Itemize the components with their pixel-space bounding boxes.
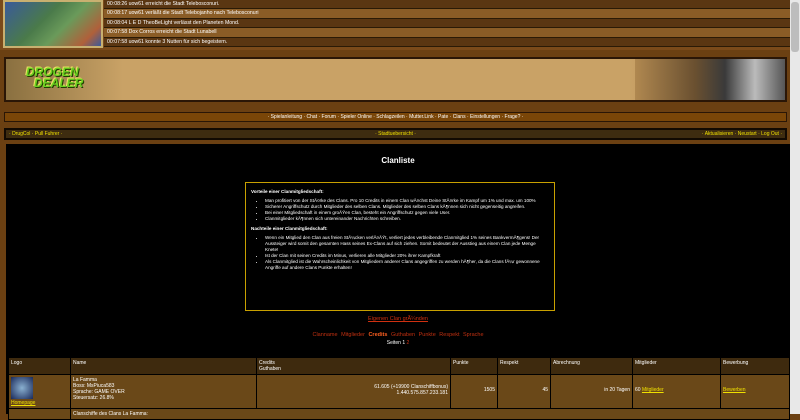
nav-clans[interactable]: Clans bbox=[453, 114, 466, 120]
subnav-stadtuebersicht[interactable]: Stadtuebersicht bbox=[378, 131, 413, 137]
ships-row: Clanschiffe des Clans La Famma: bbox=[8, 408, 790, 420]
scrollbar-thumb[interactable] bbox=[791, 2, 799, 52]
nav-chat[interactable]: Chat bbox=[307, 114, 318, 120]
header-banner: DROGEN DEALER bbox=[4, 57, 787, 102]
nav-frage[interactable]: Frage? bbox=[505, 114, 521, 120]
main-nav: · Spielanleitung · Chat · Forum · Spiele… bbox=[4, 112, 787, 122]
log-entry: 00:07:58 uow61 konnte 3 Nutten für sich … bbox=[104, 37, 790, 47]
con-item: Als Clanmitglied ist die Wahrscheinlichk… bbox=[265, 259, 549, 271]
log-entry: 00:08:26 uow61 erreicht die Stadt Telebo… bbox=[104, 0, 790, 10]
pro-item: Clanmitglieder kÃ¶nnen sich untereinande… bbox=[265, 216, 549, 222]
sort-credits[interactable]: Credits bbox=[368, 332, 387, 338]
subnav-aktualisieren[interactable]: Aktualisieren bbox=[705, 131, 734, 137]
con-item: Wenn ein Mitglied den Clan aus freien St… bbox=[265, 235, 549, 253]
cons-heading: Nachteile einer Clanmitgliedschaft: bbox=[251, 226, 328, 231]
homepage-link[interactable]: Homepage bbox=[11, 400, 35, 406]
event-log: 00:08:26 uow61 erreicht die Stadt Telebo… bbox=[104, 0, 790, 47]
subnav-logout[interactable]: Log Out bbox=[761, 131, 779, 137]
pros-heading: Vorteile einer Clanmitgliedschaft: bbox=[251, 189, 324, 194]
table-header: Logo Name Credits Guthaben Punkte Respekt… bbox=[8, 357, 790, 375]
nav-schlagzeilen[interactable]: Schlagzeilen bbox=[376, 114, 404, 120]
nav-pate[interactable]: Pate bbox=[438, 114, 448, 120]
log-entry: 00:08:04 L E D TheoBeLight verlässt den … bbox=[104, 18, 790, 29]
nav-spielanleitung[interactable]: Spielanleitung bbox=[271, 114, 302, 120]
main-content: Clanliste Vorteile einer Clanmitgliedsch… bbox=[6, 144, 790, 420]
sub-nav: · DrugCol · Pull Fuhrer · · Stadtuebersi… bbox=[4, 128, 787, 140]
table-row: Homepage La Famma Boss: MsPiuca583 Sprache… bbox=[8, 374, 790, 409]
members-link[interactable]: Mitglieder bbox=[642, 387, 664, 393]
clan-info-box: Vorteile einer Clanmitgliedschaft: Man p… bbox=[245, 182, 555, 311]
nav-mutter-link[interactable]: Mutter.Link bbox=[409, 114, 433, 120]
log-entry: 00:08:17 uow61 verläßt die Stadt Teleboj… bbox=[104, 9, 790, 19]
create-clan-link[interactable]: Eigenen Clan grÃ¼nden bbox=[6, 316, 790, 322]
sort-sprache[interactable]: Sprache bbox=[463, 332, 484, 338]
nav-forum[interactable]: Forum bbox=[322, 114, 336, 120]
sort-links: Clanname Mitglieder Credits Guthaben Pun… bbox=[6, 332, 790, 338]
page-current: 1 bbox=[402, 340, 406, 346]
clan-ships-label: Clanschiffe des Clans La Famma: bbox=[70, 408, 790, 420]
pagination: Seiten 1 2 bbox=[386, 340, 410, 346]
apply-link[interactable]: Bewerben bbox=[723, 387, 746, 393]
scrollbar[interactable] bbox=[790, 0, 800, 414]
nav-einstellungen[interactable]: Einstellungen bbox=[470, 114, 500, 120]
world-map[interactable] bbox=[3, 0, 103, 48]
subnav-neustart[interactable]: Neustart bbox=[738, 131, 757, 137]
sort-punkte[interactable]: Punkte bbox=[419, 332, 436, 338]
clan-logo[interactable] bbox=[11, 377, 33, 399]
sort-mitglieder[interactable]: Mitglieder bbox=[341, 332, 365, 338]
sort-guthaben[interactable]: Guthaben bbox=[391, 332, 415, 338]
drogen-dealer-logo[interactable]: DROGEN DEALER bbox=[26, 66, 83, 89]
banner-artwork bbox=[635, 59, 785, 100]
event-log-panel: 00:08:26 uow61 erreicht die Stadt Telebo… bbox=[0, 0, 790, 50]
sort-respekt[interactable]: Respekt bbox=[439, 332, 459, 338]
page-2-link[interactable]: 2 bbox=[406, 340, 409, 346]
sort-clanname[interactable]: Clanname bbox=[312, 332, 337, 338]
nav-spieler-online[interactable]: Spieler Online bbox=[340, 114, 371, 120]
log-entry: 00:07:58 Dox Corros erreicht die Stadt L… bbox=[104, 28, 790, 38]
page-title: Clanliste bbox=[381, 156, 415, 165]
clan-table: Logo Name Credits Guthaben Punkte Respekt… bbox=[8, 357, 790, 420]
